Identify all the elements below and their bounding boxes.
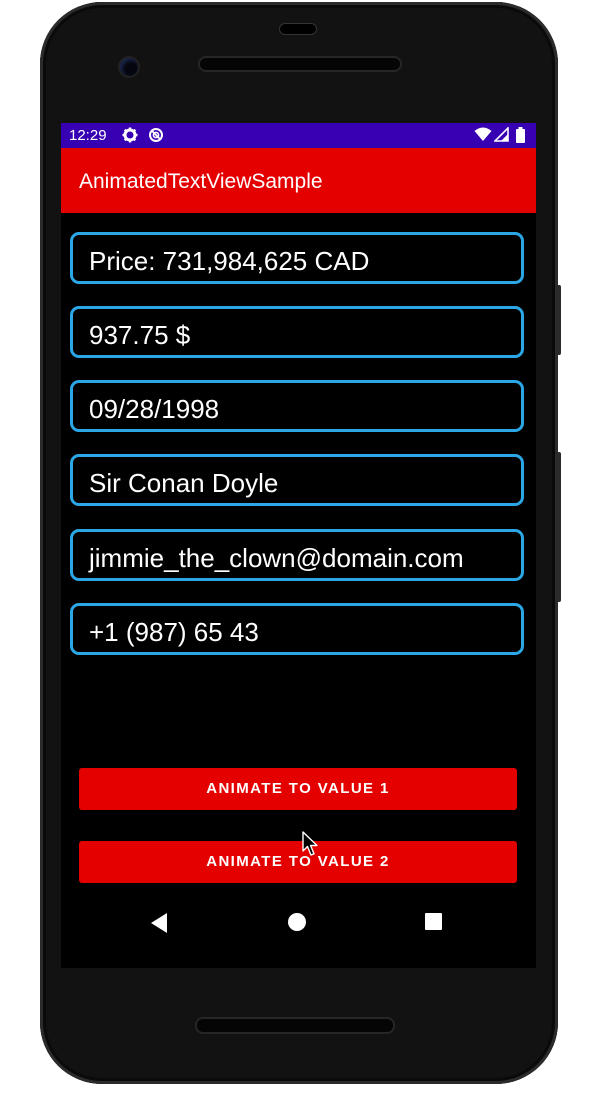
power-button xyxy=(556,452,561,602)
status-bar: 12:29 xyxy=(61,123,536,148)
animate-value-1-button[interactable]: ANIMATE TO VALUE 1 xyxy=(79,768,517,810)
field-value: 937.75 $ xyxy=(89,320,191,350)
field-value: jimmie_the_clown@domain.com xyxy=(89,543,464,573)
phone-text-field: +1 (987) 65 43 xyxy=(70,603,524,655)
field-value: Sir Conan Doyle xyxy=(89,468,279,498)
field-value: 09/28/1998 xyxy=(89,394,220,424)
date-text-field: 09/28/1998 xyxy=(70,380,524,432)
settings-icon xyxy=(122,127,138,147)
recents-icon[interactable] xyxy=(425,913,442,930)
top-speaker xyxy=(200,58,400,70)
back-icon[interactable] xyxy=(151,913,167,933)
app-title: AnimatedTextViewSample xyxy=(79,170,323,193)
volume-button xyxy=(556,285,561,355)
animate-value-2-button[interactable]: ANIMATE TO VALUE 2 xyxy=(79,841,517,883)
navigation-bar xyxy=(61,908,536,968)
name-text-field: Sir Conan Doyle xyxy=(70,454,524,506)
price-text-field: Price: 731,984,625 CAD xyxy=(70,232,524,284)
signal-icon xyxy=(493,126,509,146)
mouse-cursor-icon xyxy=(302,831,320,862)
bottom-speaker xyxy=(197,1019,393,1032)
status-time: 12:29 xyxy=(69,127,107,144)
earpiece-notch xyxy=(280,24,316,34)
field-value: Price: 731,984,625 CAD xyxy=(89,246,370,276)
app-bar: AnimatedTextViewSample xyxy=(61,148,536,213)
home-icon[interactable] xyxy=(288,913,306,931)
front-camera xyxy=(120,58,138,76)
field-value: +1 (987) 65 43 xyxy=(89,617,259,647)
email-text-field: jimmie_the_clown@domain.com xyxy=(70,529,524,581)
phone-screen: 12:29 AnimatedTextViewSample Price: 731,… xyxy=(61,123,536,968)
battery-icon xyxy=(516,127,525,147)
amount-text-field: 937.75 $ xyxy=(70,306,524,358)
dnd-icon xyxy=(148,127,164,147)
wifi-icon xyxy=(474,127,492,146)
